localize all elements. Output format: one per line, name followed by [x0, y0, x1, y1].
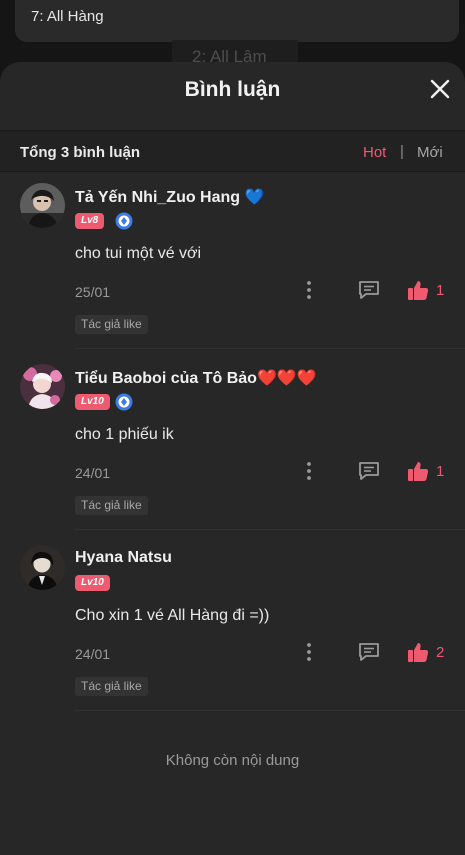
end-of-list-text: Không còn nội dung — [165, 752, 300, 769]
comment-text: Cho xin 1 vé All Hàng đi =)) — [75, 607, 270, 624]
reply-icon — [359, 643, 379, 661]
level-badge: Lv10 — [75, 394, 110, 410]
avatar[interactable] — [20, 364, 65, 409]
thumbs-up-icon — [408, 462, 429, 481]
author-like-tag: Tác giả like — [75, 496, 148, 515]
comment-username[interactable]: Tả Yến Nhi_Zuo Hang 💙 — [75, 187, 264, 207]
more-options-button[interactable] — [302, 461, 316, 481]
vip-badge-icon — [115, 393, 133, 411]
username-text: Tiểu Baoboi của Tô Bảo — [75, 370, 257, 387]
vip-badge-icon — [115, 212, 133, 230]
comment-divider — [75, 710, 465, 711]
username-emoji: 💙 — [244, 189, 265, 206]
username-text: Hyana Natsu — [75, 549, 172, 566]
like-button[interactable]: 1 — [407, 460, 457, 482]
comment-date: 24/01 — [75, 646, 111, 662]
like-count: 2 — [436, 644, 445, 661]
like-count: 1 — [436, 282, 445, 299]
more-icon — [307, 281, 311, 299]
background-chapter-title: 7: All Hàng — [31, 8, 104, 25]
total-comments-count: Tổng 3 bình luận — [20, 144, 140, 161]
reply-button[interactable] — [357, 460, 381, 482]
sort-separator: | — [400, 143, 404, 160]
sort-hot-tab[interactable]: Hot — [363, 144, 386, 161]
like-count: 1 — [436, 463, 445, 480]
level-badge: Lv10 — [75, 575, 110, 591]
comment-divider — [75, 348, 465, 349]
reply-button[interactable] — [357, 279, 381, 301]
sheet-title: Bình luận — [184, 78, 281, 101]
comment-text: cho 1 phiếu ik — [75, 426, 174, 443]
thumbs-up-icon — [408, 643, 429, 662]
close-icon — [430, 79, 450, 99]
username-emoji: ❤️❤️❤️ — [256, 370, 317, 387]
comment-item: Hyana Natsu Lv10 Cho xin 1 vé All Hàng đ… — [0, 545, 465, 715]
comment-item: Tiểu Baoboi của Tô Bảo❤️❤️❤️ Lv10 cho 1 … — [0, 364, 465, 534]
avatar[interactable] — [20, 183, 65, 228]
more-options-button[interactable] — [302, 642, 316, 662]
comments-sheet: Bình luận Tổng 3 bình luận Hot | Mới Tả … — [0, 62, 465, 855]
more-icon — [307, 643, 311, 661]
comment-username[interactable]: Hyana Natsu — [75, 549, 172, 567]
comment-divider — [75, 529, 465, 530]
thumbs-up-icon — [408, 281, 429, 300]
close-button[interactable] — [429, 78, 451, 100]
comment-item: Tả Yến Nhi_Zuo Hang 💙 Lv8 cho tui một vé… — [0, 183, 465, 353]
comment-text: cho tui một vé với — [75, 245, 202, 262]
comment-date: 25/01 — [75, 284, 111, 300]
like-button[interactable]: 2 — [407, 641, 457, 663]
reply-button[interactable] — [357, 641, 381, 663]
like-button[interactable]: 1 — [407, 279, 457, 301]
reply-icon — [359, 281, 379, 299]
author-like-tag: Tác giả like — [75, 315, 148, 334]
comment-username[interactable]: Tiểu Baoboi của Tô Bảo❤️❤️❤️ — [75, 368, 317, 388]
more-options-button[interactable] — [302, 280, 316, 300]
author-like-tag: Tác giả like — [75, 677, 148, 696]
avatar[interactable] — [20, 545, 65, 590]
comments-summary-bar: Tổng 3 bình luận Hot | Mới — [0, 130, 465, 172]
reply-icon — [359, 462, 379, 480]
username-text: Tả Yến Nhi_Zuo Hang — [75, 189, 241, 206]
background-chapter-card[interactable]: 7: All Hàng — [15, 0, 459, 42]
more-icon — [307, 462, 311, 480]
comment-date: 24/01 — [75, 465, 111, 481]
level-badge: Lv8 — [75, 213, 105, 229]
sort-new-tab[interactable]: Mới — [417, 144, 443, 161]
